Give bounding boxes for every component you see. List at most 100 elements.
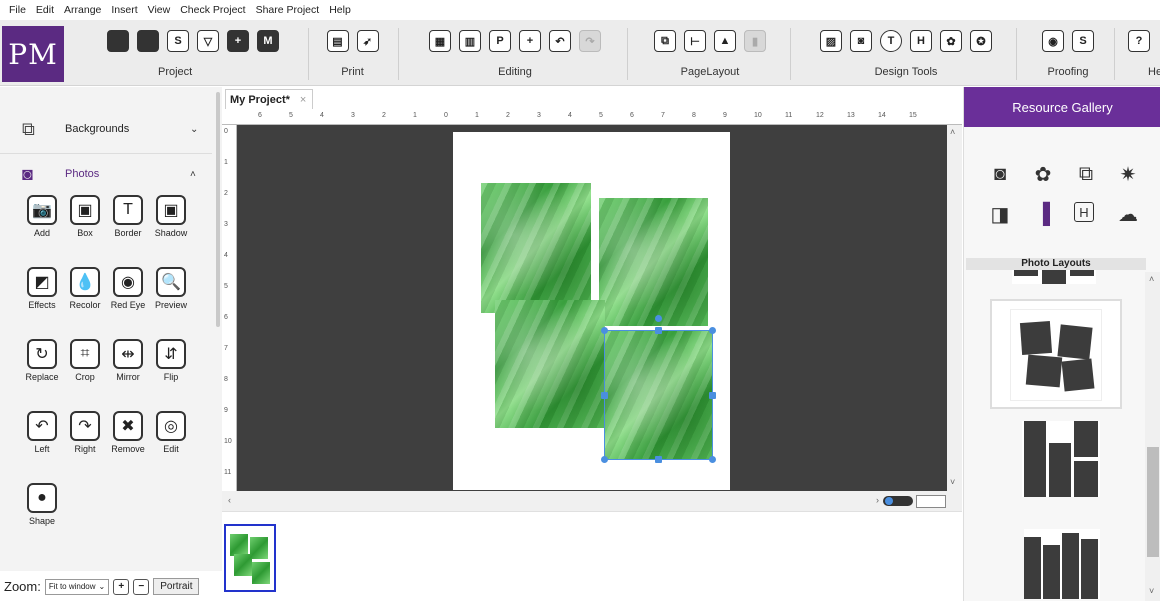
scrollbar-thumb[interactable] <box>216 92 220 327</box>
tool-preview[interactable]: 🔍 Preview <box>148 267 194 310</box>
resize-handle[interactable] <box>655 456 662 463</box>
clipart-icon[interactable]: T <box>880 30 902 52</box>
page-thumbnail[interactable] <box>224 524 276 592</box>
canvas-vertical-scrollbar[interactable]: ˄ ˅ <box>947 125 962 491</box>
preview-icon[interactable]: ◉ <box>1042 30 1064 52</box>
page-setup-icon[interactable]: ▲ <box>714 30 736 52</box>
orientation-button[interactable]: Portrait <box>153 578 200 595</box>
paste-icon[interactable]: ▦ <box>429 30 451 52</box>
heading-icon[interactable]: H <box>910 30 932 52</box>
photos-section-header[interactable]: ◙ Photos ˄ <box>0 152 212 196</box>
gallery-scrollbar[interactable]: ˄ ˅ <box>1145 272 1160 601</box>
resize-handle[interactable] <box>655 327 662 334</box>
layout-thumbnail[interactable] <box>1012 270 1096 284</box>
menu-help[interactable]: Help <box>324 4 356 16</box>
add-icon[interactable]: + <box>519 30 541 52</box>
resize-handle[interactable] <box>601 392 608 399</box>
badge-icon[interactable]: ✪ <box>970 30 992 52</box>
help-icon[interactable]: ? <box>1128 30 1150 52</box>
menu-edit[interactable]: Edit <box>31 4 59 16</box>
web-cloud-icon[interactable]: ☁ <box>1116 202 1140 226</box>
layout-thumbnail-selected[interactable] <box>990 299 1122 409</box>
tool-remove[interactable]: ✖ Remove <box>105 411 151 454</box>
project-page[interactable] <box>453 132 730 490</box>
scroll-up-icon[interactable]: ˄ <box>1149 274 1154 284</box>
menu-file[interactable]: File <box>4 4 31 16</box>
canvas-horizontal-scrollbar[interactable]: ‹ › <box>222 491 962 511</box>
menu-view[interactable]: View <box>143 4 176 16</box>
resize-handle[interactable] <box>709 392 716 399</box>
print-service-icon[interactable]: ➶ <box>356 30 379 52</box>
copy-icon[interactable]: ▥ <box>459 30 481 52</box>
heading-icon[interactable]: H <box>1074 202 1094 222</box>
resize-handle[interactable] <box>709 456 716 463</box>
zoom-percent-box[interactable] <box>916 495 946 508</box>
text-box-icon[interactable]: P <box>489 30 511 52</box>
resize-handle[interactable] <box>601 327 608 334</box>
rotate-handle[interactable] <box>655 315 662 322</box>
open-folder-icon[interactable] <box>137 30 159 52</box>
tool-right[interactable]: ↷ Right <box>62 411 108 454</box>
backgrounds-section-header[interactable]: ⧉ Backgrounds ⌄ <box>0 107 212 151</box>
undo-icon[interactable]: ↶ <box>549 30 571 52</box>
save-as-icon[interactable]: ▽ <box>197 30 219 52</box>
add-page-icon[interactable]: + <box>227 30 249 52</box>
shapes-icon[interactable]: ⧉ <box>1074 162 1098 186</box>
flower-icon[interactable]: ✿ <box>940 30 962 52</box>
save-icon[interactable]: S <box>167 30 189 52</box>
close-icon[interactable]: × <box>300 94 306 106</box>
photo-3[interactable] <box>495 300 605 428</box>
scroll-up-icon[interactable]: ˄ <box>950 127 955 137</box>
menu-check-project[interactable]: Check Project <box>175 4 250 16</box>
layout-thumbnail[interactable] <box>1022 421 1100 497</box>
layout-thumbnail[interactable] <box>1024 529 1100 599</box>
document-tab[interactable]: My Project* × <box>225 89 313 109</box>
scrollbar-thumb[interactable] <box>1147 447 1159 557</box>
tool-mirror[interactable]: ⇹ Mirror <box>105 339 151 382</box>
menu-arrange[interactable]: Arrange <box>59 4 106 16</box>
tool-shape[interactable]: ● Shape <box>19 483 65 526</box>
tool-recolor[interactable]: 💧 Recolor <box>62 267 108 310</box>
zoom-select[interactable]: Fit to window ⌄ <box>44 578 110 595</box>
zoom-in-button[interactable]: + <box>113 578 130 595</box>
canvas-workarea[interactable] <box>237 125 947 491</box>
selection-box[interactable] <box>601 315 716 463</box>
scroll-left-icon[interactable]: ‹ <box>228 495 231 505</box>
redo-icon[interactable]: ↷ <box>579 30 601 52</box>
tool-effects[interactable]: ◩ Effects <box>19 267 65 310</box>
scroll-down-icon[interactable]: ˅ <box>950 477 955 487</box>
menu-share-project[interactable]: Share Project <box>251 4 325 16</box>
layout-icon[interactable]: ◨ <box>988 202 1012 226</box>
lotus-icon[interactable]: ✿ <box>1031 162 1055 186</box>
photo-1[interactable] <box>481 183 591 313</box>
resize-handle[interactable] <box>709 327 716 334</box>
photo-2[interactable] <box>599 198 708 326</box>
tool-border[interactable]: T Border <box>105 195 151 238</box>
layouts-active-icon[interactable]: ▐ <box>1031 202 1055 226</box>
photo-icon[interactable]: ◙ <box>988 162 1012 186</box>
layer-icon[interactable]: ⧉ <box>654 30 676 52</box>
spellcheck-icon[interactable]: S <box>1072 30 1094 52</box>
view-toggle[interactable] <box>883 496 913 506</box>
menu-insert[interactable]: Insert <box>106 4 142 16</box>
image-icon[interactable]: ▨ <box>820 30 842 52</box>
printer-icon[interactable]: ▤ <box>326 30 349 52</box>
tool-crop[interactable]: ⌗ Crop <box>62 339 108 382</box>
camera-icon[interactable]: ◙ <box>850 30 872 52</box>
tool-box[interactable]: ▣ Box <box>62 195 108 238</box>
tool-replace[interactable]: ↻ Replace <box>19 339 65 382</box>
tool-left[interactable]: ↶ Left <box>19 411 65 454</box>
scroll-down-icon[interactable]: ˅ <box>1149 586 1154 596</box>
zoom-out-button[interactable]: − <box>133 578 150 595</box>
page-background-icon[interactable]: ▮ <box>744 30 766 52</box>
tool-flip[interactable]: ⇵ Flip <box>148 339 194 382</box>
tool-edit[interactable]: ◎ Edit <box>148 411 194 454</box>
star-burst-icon[interactable]: ✷ <box>1116 162 1140 186</box>
tool-red-eye[interactable]: ◉ Red Eye <box>105 267 151 310</box>
scroll-right-icon[interactable]: › <box>876 495 879 505</box>
new-project-icon[interactable] <box>107 30 129 52</box>
tool-add[interactable]: 📷 Add <box>19 195 65 238</box>
align-icon[interactable]: ⊢ <box>684 30 706 52</box>
resize-handle[interactable] <box>601 456 608 463</box>
master-page-icon[interactable]: M <box>257 30 279 52</box>
